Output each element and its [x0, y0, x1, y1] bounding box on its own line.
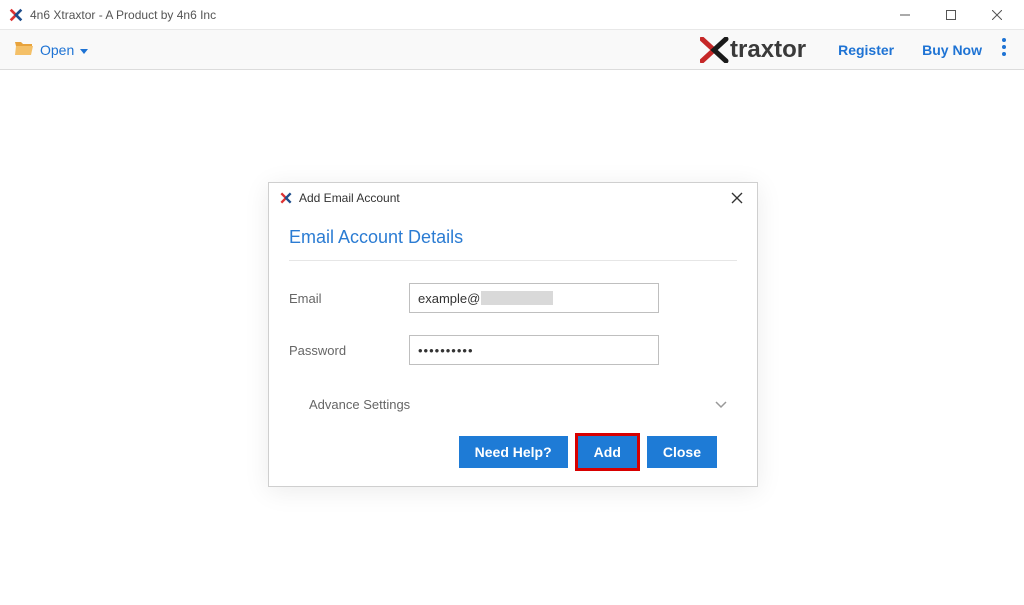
minimize-button[interactable] [882, 0, 928, 30]
buy-now-link[interactable]: Buy Now [922, 42, 982, 58]
dialog-body: Email Account Details Email Password Adv… [269, 213, 757, 486]
chevron-down-icon [715, 397, 727, 412]
window-title: 4n6 Xtraxtor - A Product by 4n6 Inc [30, 8, 882, 22]
brand-text: traxtor [730, 36, 806, 64]
add-email-account-dialog: Add Email Account Email Account Details … [268, 182, 758, 487]
more-menu-icon[interactable] [998, 38, 1010, 61]
close-window-button[interactable] [974, 0, 1020, 30]
email-label: Email [289, 291, 409, 306]
dialog-footer: Need Help? Add Close [289, 412, 737, 468]
password-field[interactable] [409, 335, 659, 365]
email-row: Email [289, 283, 737, 313]
register-link[interactable]: Register [838, 42, 894, 58]
main-toolbar: Open traxtor Register Buy Now [0, 30, 1024, 70]
window-controls [882, 0, 1020, 30]
close-button[interactable]: Close [647, 436, 717, 468]
app-icon [8, 7, 24, 23]
brand-logo: traxtor [700, 36, 806, 64]
brand-x-icon [700, 37, 730, 63]
open-label: Open [40, 42, 74, 58]
password-label: Password [289, 343, 409, 358]
maximize-button[interactable] [928, 0, 974, 30]
advance-settings-toggle[interactable]: Advance Settings [289, 397, 737, 412]
section-title: Email Account Details [289, 213, 737, 261]
dialog-app-icon [279, 191, 293, 205]
folder-open-icon [14, 40, 34, 59]
chevron-down-icon [80, 42, 88, 58]
password-row: Password [289, 335, 737, 365]
window-titlebar: 4n6 Xtraxtor - A Product by 4n6 Inc [0, 0, 1024, 30]
advance-settings-label: Advance Settings [309, 397, 410, 412]
need-help-button[interactable]: Need Help? [459, 436, 568, 468]
dialog-close-button[interactable] [727, 188, 747, 208]
open-button[interactable]: Open [14, 40, 88, 59]
redacted-overlay [481, 291, 553, 305]
dialog-title: Add Email Account [299, 191, 727, 205]
add-button[interactable]: Add [578, 436, 637, 468]
dialog-titlebar: Add Email Account [269, 183, 757, 213]
